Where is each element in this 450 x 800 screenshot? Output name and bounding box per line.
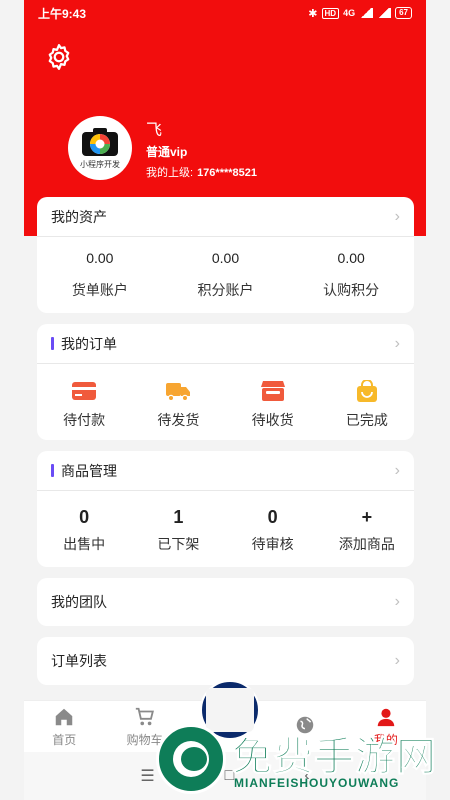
signal-icon-2 (377, 8, 392, 18)
avatar[interactable]: 小程序开发 (68, 116, 132, 180)
order-label: 待付款 (63, 412, 106, 428)
asset-value: 0.00 (337, 250, 365, 266)
asset-item[interactable]: 0.00 货单账户 (37, 237, 163, 300)
assets-card: 我的资产 › 0.00 货单账户 0.00 积分账户 0.00 认购积分 (37, 197, 414, 313)
order-pending-payment[interactable]: 待付款 (37, 364, 131, 430)
asset-item[interactable]: 0.00 积分账户 (163, 237, 289, 300)
status-bar: 上午9:43 ✱ HD 4G 67 (24, 0, 426, 26)
avatar-caption: 小程序开发 (80, 159, 120, 169)
shop-icon (260, 381, 285, 401)
card-icon (72, 382, 97, 400)
orders-header[interactable]: 我的订单 › (37, 324, 414, 364)
chevron-right-icon[interactable]: › (395, 208, 400, 226)
battery-icon: 67 (395, 7, 412, 19)
goods-header[interactable]: 商品管理 › (37, 451, 414, 491)
goods-label: 添加商品 (338, 536, 395, 552)
watermark-logo-icon (156, 724, 226, 794)
goods-delisted[interactable]: 1 已下架 (131, 491, 225, 554)
orders-title: 我的订单 (61, 335, 117, 352)
status-time: 上午9:43 (38, 6, 87, 21)
chevron-right-icon[interactable]: › (395, 462, 400, 480)
home-icon (55, 708, 73, 725)
goods-card: 商品管理 › 0 出售中 1 已下架 0 待审核 + 添加商品 (37, 451, 414, 567)
goods-count: 1 (173, 507, 184, 527)
network-label: 4G (343, 8, 356, 18)
goods-label: 出售中 (63, 536, 106, 552)
order-label: 待收货 (251, 412, 294, 428)
truck-icon (166, 383, 191, 402)
signal-icon (359, 8, 374, 18)
section-accent-bar (51, 337, 54, 350)
goods-under-review[interactable]: 0 待审核 (226, 491, 320, 554)
goods-label: 已下架 (157, 536, 200, 552)
assets-title: 我的资产 (51, 208, 107, 225)
order-pending-shipment[interactable]: 待发货 (131, 364, 225, 430)
asset-value: 0.00 (86, 250, 114, 266)
chevron-right-icon: › (394, 652, 400, 669)
goods-count: 0 (267, 507, 278, 527)
order-list-label: 订单列表 (51, 653, 107, 669)
order-label: 待发货 (157, 412, 200, 428)
asset-label: 积分账户 (197, 282, 254, 298)
watermark-title: 免费手游网 (232, 735, 437, 780)
site-watermark: 免费手游网 MIANFEISHOUYOUWANG (150, 720, 450, 800)
hd-badge: HD (321, 7, 340, 19)
my-team-label: 我的团队 (51, 594, 107, 610)
superior-info: 我的上级: 176****8521 (146, 164, 257, 180)
goods-grid: 0 出售中 1 已下架 0 待审核 + 添加商品 (37, 491, 414, 554)
my-team-row[interactable]: 我的团队 › (37, 578, 414, 626)
asset-value: 0.00 (211, 250, 240, 266)
orders-card: 我的订单 › 待付款 待发货 待收货 已完成 (37, 324, 414, 440)
watermark-subtitle: MIANFEISHOUYOUWANG (234, 776, 400, 790)
chevron-right-icon: › (394, 593, 400, 610)
superior-label: 我的上级: (146, 167, 194, 179)
status-icons: ✱ HD 4G 67 (308, 7, 412, 20)
add-goods-button[interactable]: + 添加商品 (320, 491, 414, 554)
bag-icon (356, 380, 377, 402)
assets-grid: 0.00 货单账户 0.00 积分账户 0.00 认购积分 (37, 237, 414, 300)
tab-home[interactable]: 首页 (24, 701, 104, 752)
order-list-row[interactable]: 订单列表 › (37, 637, 414, 685)
tab-label: 首页 (52, 732, 77, 747)
asset-item[interactable]: 0.00 认购积分 (288, 237, 414, 300)
order-completed[interactable]: 已完成 (320, 364, 414, 430)
user-name: 飞 (146, 122, 163, 139)
logo-core (181, 747, 207, 771)
asset-label: 货单账户 (71, 282, 128, 298)
gear-icon[interactable] (44, 42, 74, 72)
assets-header[interactable]: 我的资产 › (37, 197, 414, 237)
goods-count: 0 (79, 507, 90, 527)
goods-title: 商品管理 (61, 462, 117, 479)
bluetooth-icon: ✱ (308, 7, 318, 20)
chevron-right-icon[interactable]: › (395, 335, 400, 353)
order-pending-receipt[interactable]: 待收货 (226, 364, 320, 430)
asset-label: 认购积分 (323, 282, 380, 298)
superior-phone: 176****8521 (197, 167, 258, 179)
goods-label: 待审核 (251, 536, 294, 552)
plus-icon: + (361, 507, 373, 527)
order-label: 已完成 (345, 412, 388, 428)
user-level: 普通vip (146, 145, 188, 159)
section-accent-bar (51, 464, 54, 477)
camera-logo-icon (82, 127, 118, 156)
orders-grid: 待付款 待发货 待收货 已完成 (37, 364, 414, 430)
goods-on-sale[interactable]: 0 出售中 (37, 491, 131, 554)
